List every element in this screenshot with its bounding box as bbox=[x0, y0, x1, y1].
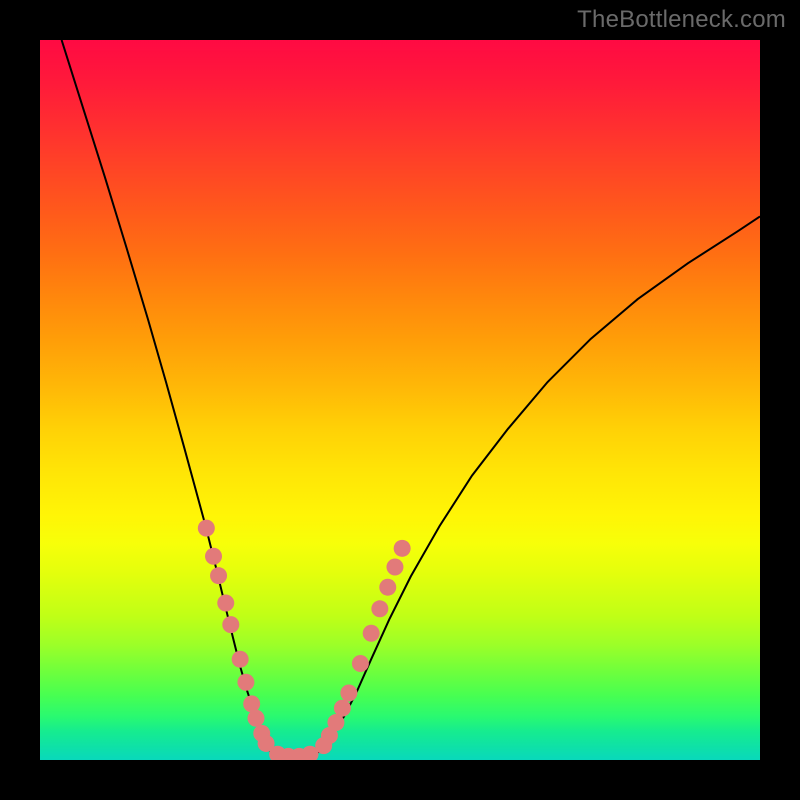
curve-marker bbox=[198, 520, 215, 537]
curve-layer bbox=[40, 40, 760, 760]
bottleneck-curve bbox=[62, 40, 760, 757]
curve-marker bbox=[340, 685, 357, 702]
curve-marker bbox=[222, 616, 239, 633]
curve-marker bbox=[243, 695, 260, 712]
curve-marker bbox=[217, 595, 234, 612]
curve-marker bbox=[248, 710, 265, 727]
curve-marker bbox=[352, 655, 369, 672]
curve-marker bbox=[386, 559, 403, 576]
curve-marker bbox=[232, 651, 249, 668]
plot-area bbox=[40, 40, 760, 760]
curve-marker bbox=[379, 579, 396, 596]
chart-frame: TheBottleneck.com bbox=[0, 0, 800, 800]
curve-marker bbox=[205, 548, 222, 565]
watermark-text: TheBottleneck.com bbox=[577, 6, 786, 34]
marker-group bbox=[198, 520, 411, 760]
curve-marker bbox=[371, 600, 388, 617]
curve-marker bbox=[210, 567, 227, 584]
curve-marker bbox=[363, 625, 380, 642]
curve-marker bbox=[237, 674, 254, 691]
curve-marker bbox=[394, 540, 411, 557]
curve-marker bbox=[334, 700, 351, 717]
